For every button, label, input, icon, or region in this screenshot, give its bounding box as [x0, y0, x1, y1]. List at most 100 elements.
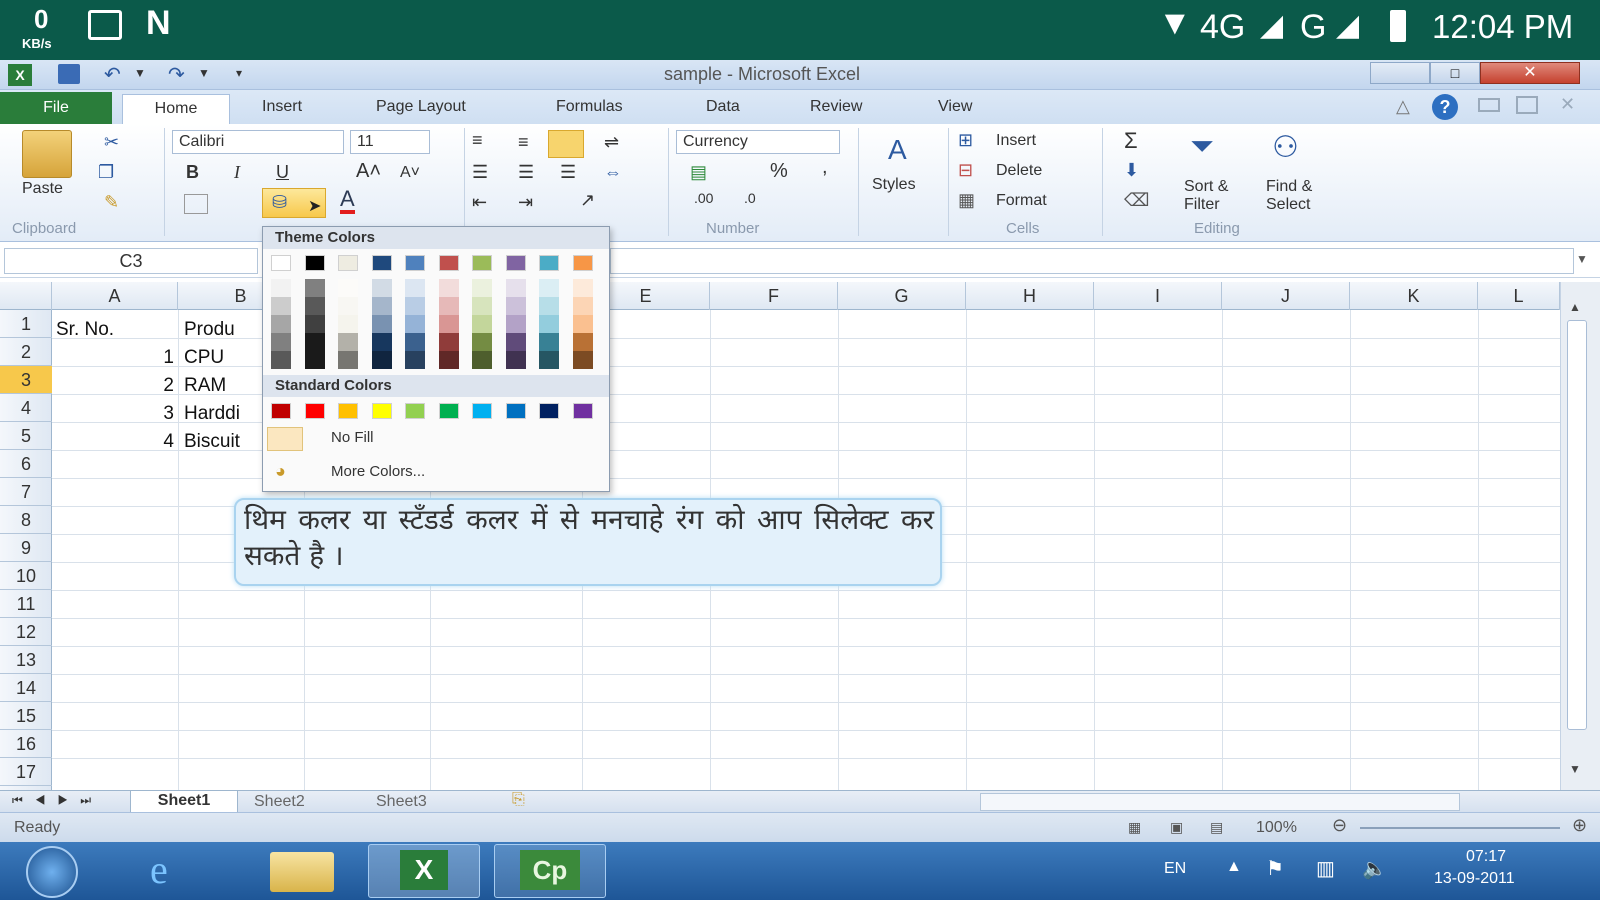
close-button[interactable]: ✕ [1480, 62, 1580, 84]
theme-shade-swatch[interactable] [572, 351, 593, 369]
tray-expand-icon[interactable]: ▲ [1226, 858, 1242, 876]
column-header[interactable]: G [838, 282, 966, 310]
maximize-button[interactable]: □ [1430, 62, 1480, 84]
file-explorer-icon[interactable] [270, 852, 334, 892]
scroll-up-icon[interactable]: ▲ [1569, 300, 1581, 314]
decrease-decimal-icon[interactable]: .0 [744, 190, 756, 206]
theme-shade-swatch[interactable] [472, 351, 492, 369]
align-top-icon[interactable]: ≡ [472, 130, 483, 151]
undo-dropdown-icon[interactable]: ▼ [134, 66, 146, 80]
theme-color-swatch[interactable] [505, 255, 526, 271]
theme-color-swatch[interactable] [405, 255, 425, 271]
standard-color-swatch[interactable] [539, 403, 559, 419]
theme-shade-swatch[interactable] [472, 297, 492, 315]
page-layout-view-icon[interactable]: ▣ [1170, 819, 1183, 836]
theme-shade-swatch[interactable] [505, 333, 526, 351]
theme-shade-swatch[interactable] [304, 279, 325, 297]
fill-icon[interactable]: ⬇ [1124, 160, 1139, 181]
cell-b3[interactable]: RAM [184, 372, 226, 400]
cell-a4[interactable]: 3 [56, 400, 174, 428]
autosum-icon[interactable]: Σ [1124, 128, 1138, 154]
cell-a1[interactable]: Sr. No. [56, 316, 114, 344]
theme-shade-swatch[interactable] [271, 279, 291, 297]
standard-color-swatch[interactable] [304, 403, 325, 419]
row-header[interactable]: 12 [0, 618, 52, 646]
theme-shade-swatch[interactable] [371, 297, 392, 315]
format-painter-icon[interactable]: ✎ [104, 192, 119, 213]
theme-shade-swatch[interactable] [371, 279, 392, 297]
column-header[interactable]: F [710, 282, 838, 310]
theme-shade-swatch[interactable] [371, 315, 392, 333]
vertical-scroll-thumb[interactable] [1567, 320, 1587, 730]
delete-cells-button[interactable]: Delete [996, 162, 1042, 180]
theme-shade-swatch[interactable] [472, 333, 492, 351]
column-header[interactable]: H [966, 282, 1094, 310]
horizontal-scrollbar[interactable] [980, 793, 1460, 811]
theme-shade-swatch[interactable] [438, 315, 459, 333]
cell-b5[interactable]: Biscuit [184, 428, 240, 456]
sheet-tab-sheet2[interactable]: Sheet2 [254, 793, 305, 811]
standard-color-swatch[interactable] [338, 403, 358, 419]
theme-shade-swatch[interactable] [338, 315, 358, 333]
theme-shade-swatch[interactable] [539, 297, 559, 315]
orientation-icon[interactable]: ↗ [580, 190, 595, 211]
row-header[interactable]: 13 [0, 646, 52, 674]
theme-shade-swatch[interactable] [505, 351, 526, 369]
tab-formulas[interactable]: Formulas [556, 98, 623, 116]
theme-shade-swatch[interactable] [438, 279, 459, 297]
theme-shade-swatch[interactable] [304, 333, 325, 351]
font-color-button[interactable]: A [340, 188, 355, 214]
row-header[interactable]: 15 [0, 702, 52, 730]
sheet-tab-sheet1[interactable]: Sheet1 [130, 791, 238, 813]
row-header[interactable]: 17 [0, 758, 52, 786]
zoom-level[interactable]: 100% [1256, 819, 1297, 837]
align-middle-icon[interactable]: ≡ [518, 132, 529, 153]
theme-shade-swatch[interactable] [472, 279, 492, 297]
standard-color-swatch[interactable] [505, 403, 526, 419]
insert-cells-button[interactable]: Insert [996, 132, 1036, 150]
theme-shade-swatch[interactable] [271, 351, 291, 369]
doc-close-icon[interactable]: ✕ [1560, 94, 1575, 115]
theme-shade-swatch[interactable] [371, 351, 392, 369]
theme-color-swatch[interactable] [271, 255, 291, 271]
align-bottom-button[interactable] [548, 130, 584, 158]
theme-shade-swatch[interactable] [271, 297, 291, 315]
theme-shade-swatch[interactable] [539, 279, 559, 297]
theme-shade-swatch[interactable] [405, 315, 425, 333]
find-select-label-2[interactable]: Select [1266, 196, 1310, 214]
column-header[interactable]: J [1222, 282, 1350, 310]
theme-shade-swatch[interactable] [539, 333, 559, 351]
column-header[interactable]: I [1094, 282, 1222, 310]
row-header[interactable]: 5 [0, 422, 52, 450]
row-header[interactable]: 9 [0, 534, 52, 562]
merge-center-icon[interactable]: ⇔ [604, 162, 622, 183]
row-header[interactable]: 4 [0, 394, 52, 422]
row-header[interactable]: 10 [0, 562, 52, 590]
standard-color-swatch[interactable] [271, 403, 291, 419]
doc-restore-icon[interactable] [1516, 96, 1538, 114]
theme-shade-swatch[interactable] [338, 279, 358, 297]
network-tray-icon[interactable]: ▥ [1316, 856, 1335, 881]
normal-view-icon[interactable]: ▦ [1128, 819, 1141, 836]
minimize-button[interactable] [1370, 62, 1430, 84]
increase-indent-icon[interactable]: ⇥ [518, 192, 533, 213]
font-size-box[interactable]: 11 [350, 130, 430, 154]
language-indicator[interactable]: EN [1164, 860, 1186, 878]
paste-button[interactable]: Paste [22, 180, 63, 198]
row-header[interactable]: 7 [0, 478, 52, 506]
theme-color-swatch[interactable] [304, 255, 325, 271]
theme-color-swatch[interactable] [472, 255, 492, 271]
minimize-ribbon-icon[interactable]: △ [1396, 96, 1410, 117]
format-cells-button[interactable]: Format [996, 192, 1047, 210]
row-header[interactable]: 8 [0, 506, 52, 534]
row-header[interactable]: 1 [0, 310, 52, 338]
column-header[interactable]: K [1350, 282, 1478, 310]
cell-a3[interactable]: 2 [56, 372, 174, 400]
theme-shade-swatch[interactable] [405, 351, 425, 369]
theme-shade-swatch[interactable] [572, 297, 593, 315]
scroll-down-icon[interactable]: ▼ [1569, 762, 1581, 776]
theme-shade-swatch[interactable] [405, 297, 425, 315]
row-header[interactable]: 6 [0, 450, 52, 478]
more-colors-option[interactable]: More Colors... [331, 463, 425, 480]
start-button-icon[interactable] [26, 846, 78, 898]
